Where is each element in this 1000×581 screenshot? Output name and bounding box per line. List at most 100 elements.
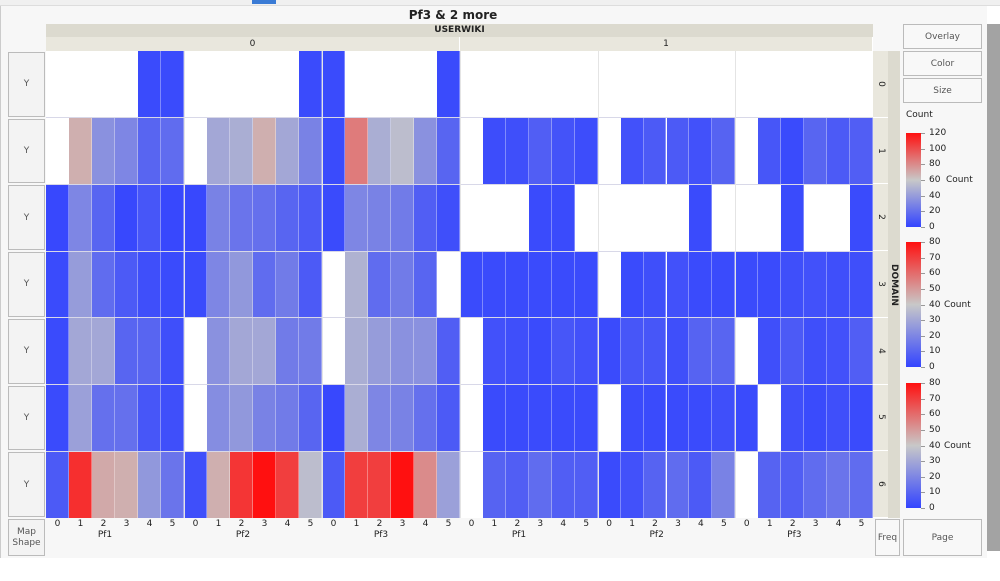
heatmap-cell[interactable] [620,384,644,452]
heatmap-cell[interactable] [322,51,345,118]
heatmap-cell[interactable] [643,317,667,385]
heatmap-cell[interactable] [804,251,828,318]
heatmap-cell[interactable] [276,184,299,252]
heatmap-cell[interactable] [368,317,391,385]
heatmap-cell[interactable] [368,451,391,518]
heatmap-cell[interactable] [620,117,644,185]
heatmap-cell[interactable] [528,451,552,518]
heatmap-cell[interactable] [437,117,460,185]
heatmap-cell[interactable] [115,251,138,318]
heatmap-cell[interactable] [414,384,437,452]
heatmap-cell[interactable] [161,451,184,518]
heatmap-cell[interactable] [138,384,161,452]
heatmap-cell[interactable] [299,184,322,252]
heatmap-cell[interactable] [299,117,322,185]
heatmap-cell[interactable] [643,451,667,518]
heatmap-cell[interactable] [115,451,138,518]
heatmap-cell[interactable] [666,384,690,452]
heatmap-cell[interactable] [689,384,713,452]
heatmap-cell[interactable] [437,184,460,252]
heatmap-cell[interactable] [276,317,299,385]
heatmap-cell[interactable] [460,251,483,318]
heatmap-cell[interactable] [850,451,873,518]
heatmap-cell[interactable] [138,451,161,518]
heatmap-cell[interactable] [276,384,299,452]
heatmap-cell[interactable] [69,384,92,452]
heatmap-cell[interactable] [551,117,575,185]
heatmap-cell[interactable] [666,117,690,185]
heatmap-cell[interactable] [528,251,552,318]
heatmap-cell[interactable] [850,184,873,252]
page-button[interactable]: Page [903,519,982,556]
heatmap-cell[interactable] [322,117,345,185]
heatmap-cell[interactable] [850,317,873,385]
heatmap-cell[interactable] [115,117,138,185]
heatmap-cell[interactable] [345,184,368,252]
heatmap-cell[interactable] [437,51,460,118]
heatmap-cell[interactable] [69,184,92,252]
heatmap-cell[interactable] [46,317,69,385]
heatmap-cell[interactable] [620,251,644,318]
heatmap-cell[interactable] [299,251,322,318]
heatmap-cell[interactable] [850,384,873,452]
heatmap-cell[interactable] [368,117,391,185]
y-drop-zone[interactable]: Y [8,52,45,117]
heatmap-cell[interactable] [138,51,161,118]
heatmap-cell[interactable] [299,51,322,118]
heatmap-cell[interactable] [276,251,299,318]
heatmap-cell[interactable] [230,317,253,385]
heatmap-cell[interactable] [161,184,184,252]
freq-button[interactable]: Freq [875,519,900,556]
heatmap-cell[interactable] [253,384,276,452]
heatmap-cell[interactable] [69,251,92,318]
heatmap-cell[interactable] [368,251,391,318]
heatmap-cell[interactable] [827,384,851,452]
heatmap-cell[interactable] [115,184,138,252]
heatmap-cell[interactable] [207,184,230,252]
heatmap-cell[interactable] [827,251,851,318]
heatmap-cell[interactable] [827,117,851,185]
heatmap-cell[interactable] [391,384,414,452]
heatmap-cell[interactable] [184,184,207,252]
heatmap-cell[interactable] [253,317,276,385]
y-drop-zone[interactable]: Y [8,252,45,317]
heatmap-cell[interactable] [115,317,138,385]
heatmap-cell[interactable] [368,184,391,252]
heatmap-cell[interactable] [551,251,575,318]
heatmap-cell[interactable] [69,317,92,385]
overlay-button[interactable]: Overlay [903,24,982,49]
heatmap-cell[interactable] [391,117,414,185]
heatmap-cell[interactable] [482,251,506,318]
userwiki-header[interactable]: USERWIKI [46,24,873,37]
active-tab-indicator[interactable] [252,0,276,4]
heatmap-cell[interactable] [505,317,529,385]
heatmap-cell[interactable] [161,251,184,318]
heatmap-cell[interactable] [827,317,851,385]
heatmap-cell[interactable] [345,117,368,185]
heatmap-cell[interactable] [299,384,322,452]
heatmap-cell[interactable] [643,117,667,185]
heatmap-cell[interactable] [138,117,161,185]
heatmap-cell[interactable] [161,51,184,118]
heatmap-cell[interactable] [345,317,368,385]
heatmap-cell[interactable] [505,384,529,452]
heatmap-cell[interactable] [253,251,276,318]
heatmap-cell[interactable] [184,451,207,518]
heatmap-cell[interactable] [184,251,207,318]
heatmap-cell[interactable] [276,451,299,518]
heatmap-cell[interactable] [414,451,437,518]
heatmap-cell[interactable] [712,451,736,518]
heatmap-cell[interactable] [253,184,276,252]
heatmap-cell[interactable] [528,384,552,452]
heatmap-cell[interactable] [574,251,598,318]
vertical-scrollbar[interactable] [987,24,1000,551]
heatmap-cell[interactable] [230,451,253,518]
heatmap-cell[interactable] [689,184,713,252]
heatmap-cell[interactable] [850,117,873,185]
heatmap-cell[interactable] [735,384,759,452]
heatmap-cell[interactable] [781,317,805,385]
heatmap-cell[interactable] [46,451,69,518]
heatmap-cell[interactable] [161,384,184,452]
heatmap-cell[interactable] [69,451,92,518]
heatmap-cell[interactable] [92,451,115,518]
